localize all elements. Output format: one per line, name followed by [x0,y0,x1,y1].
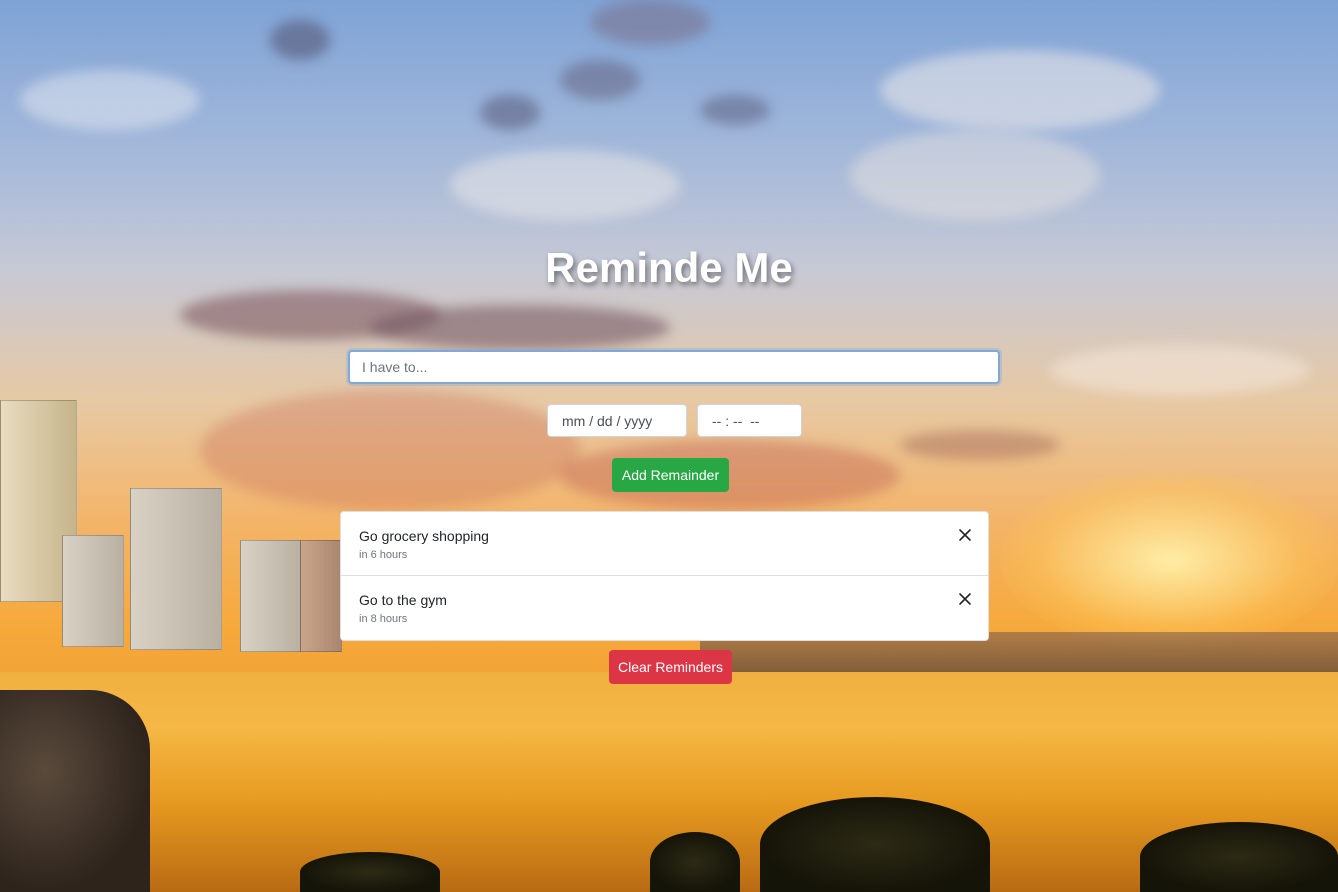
page-title: Reminde Me [545,244,793,291]
reminder-list: Go grocery shopping in 6 hours Go to the… [340,511,989,641]
add-reminder-button[interactable]: Add Remainder [612,458,729,492]
time-input[interactable]: -- : -- -- [697,404,802,437]
app-container: Reminde Me mm / dd / yyyy -- : -- -- Add… [0,0,1338,892]
reminder-time: in 8 hours [359,613,408,625]
list-item: Go grocery shopping in 6 hours [341,512,988,576]
list-item: Go to the gym in 8 hours [341,576,988,640]
date-input[interactable]: mm / dd / yyyy [547,404,687,437]
reminder-text: Go to the gym [359,592,447,608]
close-icon[interactable] [958,528,972,542]
reminder-time: in 6 hours [359,549,408,561]
clear-reminders-button[interactable]: Clear Reminders [609,650,732,684]
close-icon[interactable] [958,592,972,606]
reminder-text: Go grocery shopping [359,528,489,544]
task-input[interactable] [348,350,1000,384]
time-placeholder: -- : -- -- [712,412,760,429]
date-placeholder: mm / dd / yyyy [562,412,653,429]
